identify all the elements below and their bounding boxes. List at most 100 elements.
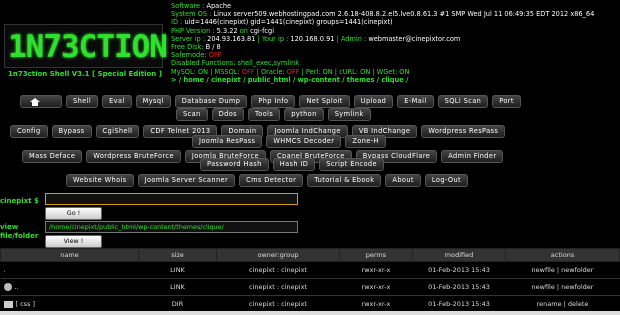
menu-ddos[interactable]: Ddos xyxy=(211,108,244,121)
menu-whmcs-decoder[interactable]: WHMCS Decoder xyxy=(266,135,342,148)
wget-key: | WGet: xyxy=(370,67,400,76)
view-button[interactable]: View ! xyxy=(45,235,102,248)
os-key: System OS : xyxy=(171,10,214,19)
menu-script-encode[interactable]: Script Encode xyxy=(319,158,384,171)
menu-wordpress-respass[interactable]: Wordpress ResPass xyxy=(421,125,506,138)
current-path[interactable]: > / home / cinepixt / public_html / wp-c… xyxy=(171,76,408,84)
menu-sqli-scan[interactable]: SQLi Scan xyxy=(437,95,489,108)
view-label-2: file/folder xyxy=(0,232,39,240)
header-actions: actions xyxy=(505,248,620,262)
mssql-value: OFF xyxy=(241,67,255,76)
file-name-cell[interactable]: .. xyxy=(0,278,139,296)
command-label: cinepixt $ xyxy=(0,197,39,205)
menu-email[interactable]: E-Mail xyxy=(397,95,434,108)
go-button[interactable]: Go ! xyxy=(45,207,102,220)
id-key: ID : xyxy=(171,18,185,27)
header-owner-group: owner:group xyxy=(216,248,340,262)
php-key: PHP Version : xyxy=(171,26,217,35)
admin-key: | Admin : xyxy=(334,34,369,43)
free-disk-value: B / 8 xyxy=(205,43,221,52)
file-name[interactable]: .. xyxy=(15,283,19,291)
id-value: uid=1446(cinepixt) gid=1441(cinepixt) gr… xyxy=(184,18,393,27)
file-modified: 01-Feb-2013 15:43 xyxy=(412,295,506,313)
file-perms[interactable]: rwxr-xr-x xyxy=(339,261,413,279)
free-disk-key: Free Disk: xyxy=(171,43,206,52)
menu-website-whois[interactable]: Website Whois xyxy=(66,174,134,187)
file-table: name size owner:group perms modified act… xyxy=(0,248,620,313)
menu-hash-id[interactable]: Hash ID xyxy=(272,158,316,171)
menu-config[interactable]: Config xyxy=(10,125,48,138)
file-name[interactable]: . xyxy=(0,261,139,279)
safemode-key: Safemode: xyxy=(171,51,209,60)
logo-area: 1N73CTION 1n73ction Shell V3.1 [ Special… xyxy=(0,2,168,82)
folder-icon xyxy=(3,300,13,308)
menu-upload[interactable]: Upload xyxy=(353,95,394,108)
logo-box: 1N73CTION xyxy=(4,24,168,68)
file-name[interactable]: [ css ] xyxy=(16,300,36,308)
file-actions[interactable]: newfile | newfolder xyxy=(505,261,620,279)
menu-mass-deface[interactable]: Mass Deface xyxy=(22,150,83,163)
server-ip-value: 204.93.163.81 xyxy=(207,34,256,43)
file-perms[interactable]: rwxr-xr-x xyxy=(339,278,413,296)
menu-scan[interactable]: Scan xyxy=(176,108,208,121)
disabled-value: shell_exec,symlink xyxy=(237,59,300,68)
menu-cms-detector[interactable]: Cms Detector xyxy=(239,174,304,187)
menu-symlink[interactable]: Symlink xyxy=(327,108,371,121)
command-input[interactable] xyxy=(45,193,298,205)
menu-wordpress-bruteforce[interactable]: Wordpress BruteForce xyxy=(86,150,181,163)
home-icon[interactable] xyxy=(20,95,62,108)
status-bar xyxy=(0,311,620,315)
view-path-input[interactable]: /home/cinepixt/public_html/wp-content/th… xyxy=(45,221,298,233)
php-value: 5.3.22 xyxy=(216,26,238,35)
menu-shell[interactable]: Shell xyxy=(66,95,99,108)
table-row: .. LINK cinepixt : cinepixt rwxr-xr-x 01… xyxy=(0,278,620,296)
menu-joomla-server-scanner[interactable]: Joomla Server Scanner xyxy=(137,174,236,187)
mysql-key: MySQL: xyxy=(171,67,198,76)
menu-joomla-respass[interactable]: Joomla ResPass xyxy=(192,135,263,148)
mssql-key: | MSSQL: xyxy=(208,67,242,76)
perl-key: | Perl: xyxy=(299,67,323,76)
menu-zone-h[interactable]: Zone-H xyxy=(345,135,386,148)
perl-value: ON xyxy=(322,67,333,76)
disabled-key: Disabled Functions: xyxy=(171,59,238,68)
header-size: size xyxy=(138,248,217,262)
menu-python[interactable]: python xyxy=(284,108,324,121)
table-row: [ css ] DIR cinepixt : cinepixt rwxr-xr-… xyxy=(0,295,620,313)
logo-title: 1N73CTION xyxy=(8,29,168,65)
file-name-cell[interactable]: [ css ] xyxy=(0,295,139,313)
back-icon xyxy=(3,283,12,291)
header-perms: perms xyxy=(339,248,413,262)
menu-php-info[interactable]: Php Info xyxy=(251,95,296,108)
menu-net-sploit[interactable]: Net Sploit xyxy=(299,95,350,108)
wget-value: ON xyxy=(399,67,410,76)
file-modified: 01-Feb-2013 15:43 xyxy=(412,278,506,296)
file-owner: cinepixt : cinepixt xyxy=(216,261,340,279)
menu-admin-finder[interactable]: Admin Finder xyxy=(441,150,504,163)
php-cgi: cgi-fcgi xyxy=(250,26,275,35)
menu-tutorial-ebook[interactable]: Tutorial & Ebook xyxy=(307,174,382,187)
server-info: Software : Apache System OS : Linux serv… xyxy=(171,2,620,84)
menu-tools[interactable]: Tools xyxy=(247,108,281,121)
menu-mysql[interactable]: Mysql xyxy=(135,95,171,108)
file-size: DIR xyxy=(138,295,217,313)
menu-log-out[interactable]: Log-Out xyxy=(424,174,469,187)
menu-eval[interactable]: Eval xyxy=(102,95,132,108)
file-modified: 01-Feb-2013 15:43 xyxy=(412,261,506,279)
menu-port[interactable]: Port xyxy=(492,95,521,108)
header-name[interactable]: name xyxy=(0,248,139,262)
file-actions[interactable]: newfile | newfolder xyxy=(505,278,620,296)
oracle-key: | Oracle: xyxy=(254,67,287,76)
software-value: Apache xyxy=(206,2,232,10)
file-size: LINK xyxy=(138,261,217,279)
file-size: LINK xyxy=(138,278,217,296)
header-modified: modified xyxy=(412,248,506,262)
menu-database-dump[interactable]: Database Dump xyxy=(174,95,248,108)
menu-cgishell[interactable]: CgiShell xyxy=(95,125,140,138)
table-row: . LINK cinepixt : cinepixt rwxr-xr-x 01-… xyxy=(0,261,620,279)
menu-password-hash[interactable]: Password Hash xyxy=(200,158,269,171)
menu-bypass[interactable]: Bypass xyxy=(51,125,92,138)
file-owner: cinepixt : cinepixt xyxy=(216,278,340,296)
file-actions[interactable]: rename | delete xyxy=(505,295,620,313)
file-perms[interactable]: rwxr-xr-x xyxy=(339,295,413,313)
menu-about[interactable]: About xyxy=(385,174,421,187)
